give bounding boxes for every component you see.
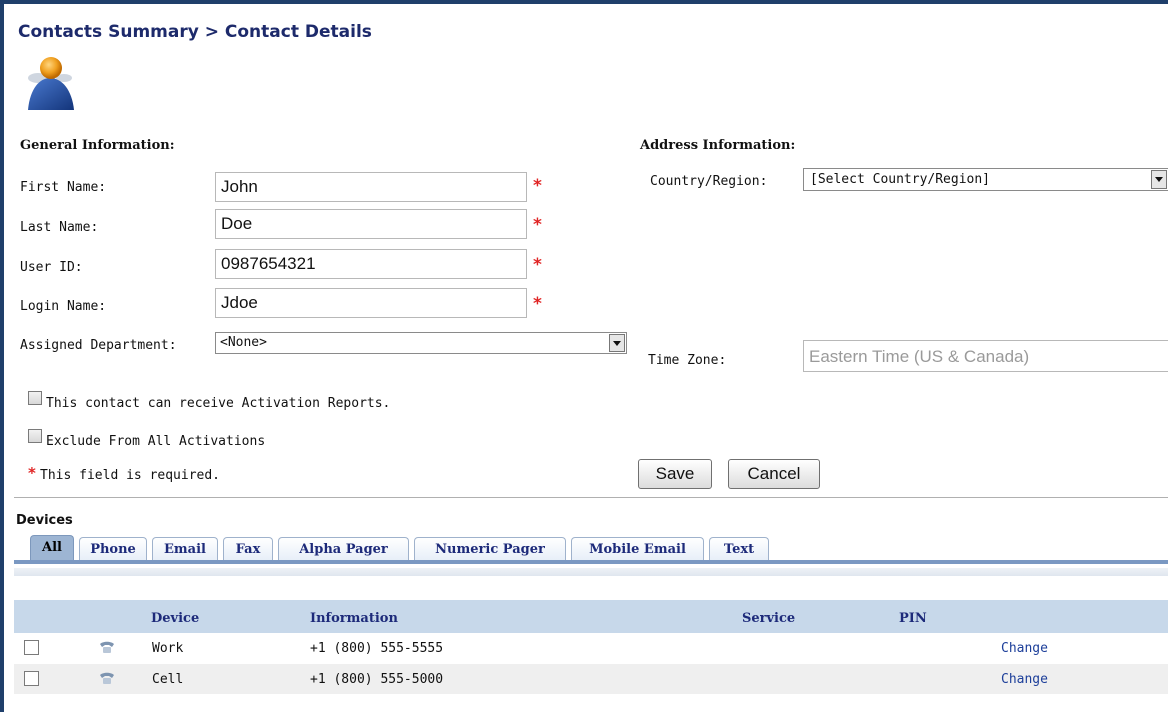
- country-region-value: [Select Country/Region]: [810, 172, 991, 187]
- cancel-button[interactable]: Cancel: [728, 459, 820, 489]
- breadcrumb-current: Contact Details: [224, 22, 372, 42]
- save-button[interactable]: Save: [638, 459, 712, 489]
- address-information-heading: Address Information:: [640, 138, 796, 153]
- required-mark: *: [533, 176, 542, 196]
- assigned-department-select[interactable]: <None>: [215, 332, 627, 354]
- activation-reports-checkbox[interactable]: [28, 391, 42, 405]
- exclude-activations-label: Exclude From All Activations: [46, 434, 266, 449]
- column-header-information[interactable]: Information: [310, 611, 398, 626]
- first-name-field[interactable]: John: [215, 172, 527, 202]
- time-zone-field[interactable]: Eastern Time (US & Canada): [803, 340, 1168, 372]
- required-mark: *: [533, 294, 542, 314]
- contact-details-page: Contacts Summary > Contact Details Gener…: [4, 4, 1168, 712]
- time-zone-label: Time Zone:: [648, 353, 727, 368]
- required-mark: *: [28, 464, 36, 482]
- country-region-select[interactable]: [Select Country/Region]: [803, 168, 1168, 191]
- person-icon: [20, 48, 78, 114]
- column-header-device[interactable]: Device: [151, 611, 199, 626]
- tab-text[interactable]: Text: [709, 537, 769, 561]
- activation-reports-label: This contact can receive Activation Repo…: [46, 396, 391, 411]
- column-header-pin[interactable]: PIN: [899, 611, 927, 626]
- row-device: Work: [152, 641, 184, 656]
- country-region-label: Country/Region:: [650, 174, 768, 189]
- user-id-field[interactable]: 0987654321: [215, 249, 527, 279]
- row-information: +1 (800) 555-5000: [310, 672, 444, 687]
- last-name-field[interactable]: Doe: [215, 209, 527, 239]
- change-link[interactable]: Change: [1001, 641, 1048, 656]
- breadcrumb: Contacts Summary > Contact Details: [18, 22, 372, 42]
- devices-heading: Devices: [16, 513, 73, 528]
- tab-alpha-pager[interactable]: Alpha Pager: [278, 537, 409, 561]
- chevron-down-icon[interactable]: [609, 334, 625, 352]
- tab-fax[interactable]: Fax: [223, 537, 273, 561]
- row-select-checkbox[interactable]: [24, 640, 39, 655]
- tab-email[interactable]: Email: [152, 537, 218, 561]
- general-information-heading: General Information:: [20, 138, 175, 153]
- phone-icon: [98, 640, 116, 659]
- last-name-label: Last Name:: [20, 220, 99, 235]
- tab-mobile-email[interactable]: Mobile Email: [571, 537, 704, 561]
- column-header-service[interactable]: Service: [742, 611, 795, 626]
- tab-strip-underline: [14, 560, 1168, 564]
- exclude-activations-checkbox[interactable]: [28, 429, 42, 443]
- login-name-label: Login Name:: [20, 299, 107, 314]
- required-mark: *: [533, 255, 542, 275]
- tab-phone[interactable]: Phone: [79, 537, 147, 561]
- table-row: Cell +1 (800) 555-5000 Change: [14, 664, 1168, 694]
- section-divider: [14, 497, 1168, 498]
- breadcrumb-separator: >: [198, 22, 225, 42]
- required-mark: *: [533, 215, 542, 235]
- row-information: +1 (800) 555-5555: [310, 641, 444, 656]
- required-note: This field is required.: [40, 468, 221, 483]
- phone-icon: [98, 671, 116, 690]
- breadcrumb-contacts-summary-link[interactable]: Contacts Summary: [18, 22, 199, 42]
- chevron-down-icon[interactable]: [1151, 170, 1167, 189]
- assigned-department-label: Assigned Department:: [20, 338, 177, 353]
- row-device: Cell: [152, 672, 184, 687]
- table-row: Work +1 (800) 555-5555 Change: [14, 633, 1168, 663]
- user-id-label: User ID:: [20, 260, 83, 275]
- tab-numeric-pager[interactable]: Numeric Pager: [414, 537, 566, 561]
- change-link[interactable]: Change: [1001, 672, 1048, 687]
- tab-panel-bar: [14, 568, 1168, 576]
- login-name-field[interactable]: Jdoe: [215, 288, 527, 318]
- assigned-department-value: <None>: [220, 335, 267, 350]
- first-name-label: First Name:: [20, 180, 107, 195]
- row-select-checkbox[interactable]: [24, 671, 39, 686]
- tab-all[interactable]: All: [30, 535, 74, 563]
